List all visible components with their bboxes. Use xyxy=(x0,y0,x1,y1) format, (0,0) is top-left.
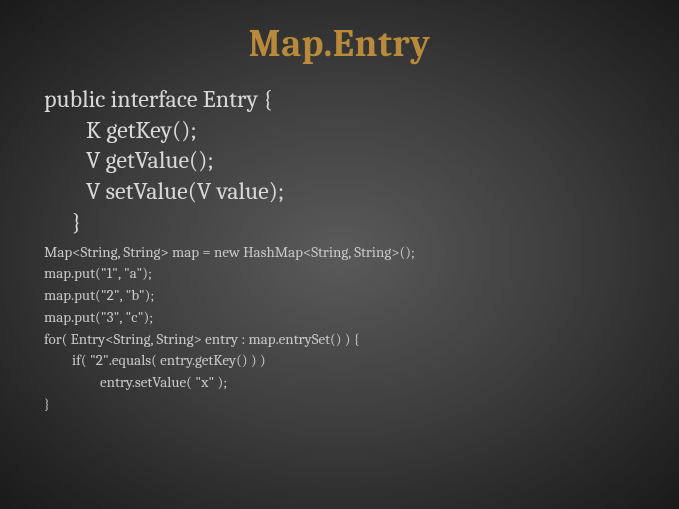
interface-method-setvalue: V setValue(V value); xyxy=(44,176,635,207)
code-put-2: map.put("2", "b"); xyxy=(44,285,635,307)
code-map-decl: Map<String, String> map = new HashMap<St… xyxy=(44,242,635,264)
slide: Map.Entry public interface Entry { K get… xyxy=(0,0,679,509)
interface-close: } xyxy=(44,207,635,238)
code-put-1: map.put("1", "a"); xyxy=(44,263,635,285)
interface-decl: public interface Entry { xyxy=(44,84,635,115)
code-block: Map<String, String> map = new HashMap<St… xyxy=(44,242,635,416)
interface-block: public interface Entry { K getKey(); V g… xyxy=(44,84,635,238)
code-if: if( "2".equals( entry.getKey() ) ) xyxy=(44,350,635,372)
interface-method-getvalue: V getValue(); xyxy=(44,145,635,176)
code-close: } xyxy=(44,394,635,416)
slide-title: Map.Entry xyxy=(44,22,635,66)
code-setvalue: entry.setValue( "x" ); xyxy=(44,372,635,394)
code-for: for( Entry<String, String> entry : map.e… xyxy=(44,329,635,351)
code-put-3: map.put("3", "c"); xyxy=(44,307,635,329)
interface-method-getkey: K getKey(); xyxy=(44,115,635,146)
